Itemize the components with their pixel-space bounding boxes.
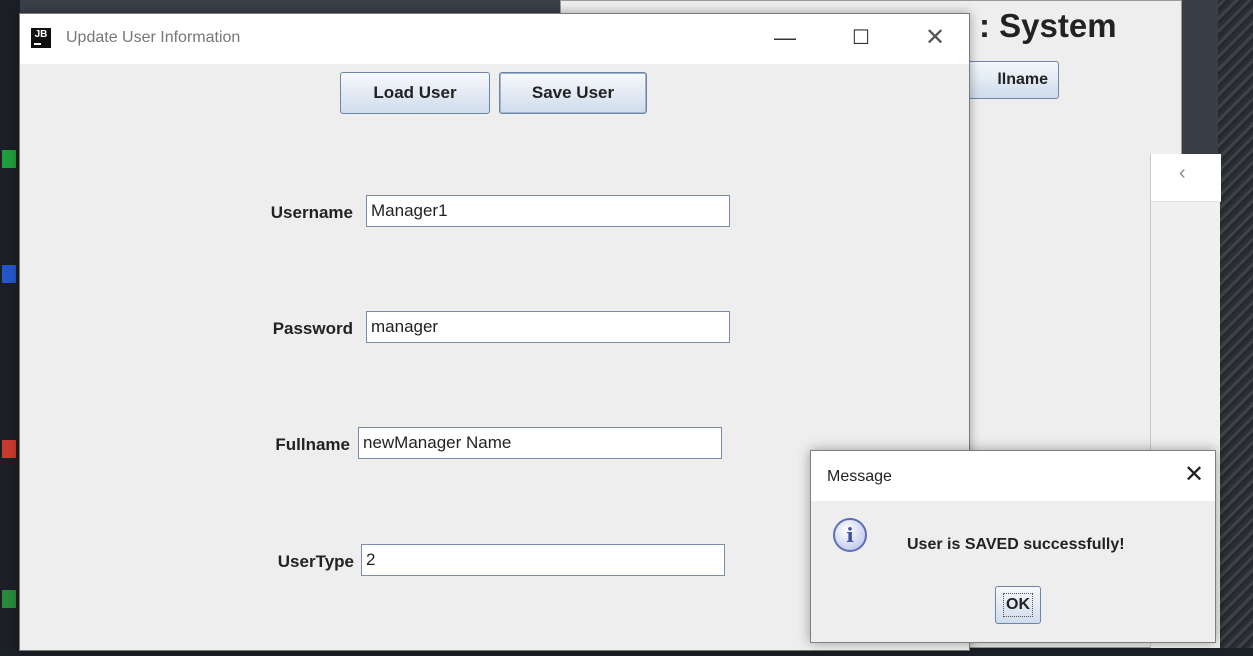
desktop-right-strip — [1218, 0, 1253, 656]
background-fullname-button[interactable]: llname — [959, 61, 1059, 99]
close-icon[interactable]: ‹ — [1179, 162, 1186, 185]
minimize-icon[interactable]: — — [762, 22, 808, 56]
message-text: User is SAVED successfully! — [907, 536, 1125, 553]
desktop-icon-fragment — [2, 440, 16, 458]
background-secondary-titlebar: ‹ — [1151, 154, 1221, 202]
fullname-field[interactable]: newManager Name — [358, 427, 722, 459]
maximize-icon[interactable]: ☐ — [838, 22, 884, 56]
password-field[interactable]: manager — [366, 311, 730, 343]
usertype-label: UserType — [277, 552, 354, 571]
info-icon: i — [833, 518, 867, 552]
usertype-field[interactable]: 2 — [361, 544, 725, 576]
background-window-title: : System — [979, 7, 1117, 44]
dialog-title: Update User Information — [66, 29, 241, 46]
password-label: Password — [272, 319, 353, 338]
jetbrains-app-icon: JB — [31, 28, 51, 48]
save-user-button[interactable]: Save User — [499, 72, 647, 114]
username-field[interactable]: Manager1 — [366, 195, 730, 227]
message-title: Message — [827, 468, 892, 485]
load-user-button[interactable]: Load User — [340, 72, 490, 114]
message-dialog: Message ✕ i User is SAVED successfully! … — [810, 450, 1216, 643]
desktop-left-strip — [0, 0, 20, 656]
close-icon[interactable]: ✕ — [912, 22, 958, 56]
username-label: Username — [270, 203, 353, 222]
ok-button[interactable]: OK — [995, 586, 1041, 624]
fullname-label: Fullname — [275, 435, 350, 454]
desktop-icon-fragment — [2, 150, 16, 168]
desktop-icon-fragment — [2, 590, 16, 608]
desktop-icon-fragment — [2, 265, 16, 283]
close-icon[interactable]: ✕ — [1177, 459, 1211, 493]
dialog-titlebar: JB Update User Information — ☐ ✕ — [20, 14, 969, 64]
ok-button-label: OK — [1003, 593, 1033, 617]
message-titlebar: Message ✕ — [811, 451, 1215, 501]
